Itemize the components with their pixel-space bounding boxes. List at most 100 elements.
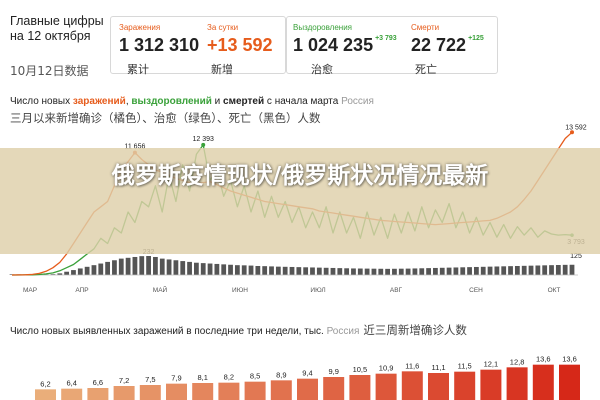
death-bar [412, 268, 418, 275]
bar-value-label: 8,2 [224, 373, 234, 382]
death-bar [549, 265, 554, 275]
stat-value: 1 312 310 [119, 35, 200, 55]
bar [480, 369, 502, 400]
death-bar [344, 268, 350, 275]
death-bar [282, 266, 288, 275]
page-title-cn: 10月12日数据 [10, 64, 89, 78]
death-bar [269, 266, 274, 275]
death-bar [555, 265, 561, 275]
bar-value-label: 7,2 [119, 376, 129, 385]
death-bar [378, 268, 384, 275]
bar-value-label: 11,6 [405, 361, 419, 370]
bar-value-label: 9,4 [302, 369, 312, 378]
death-bar [214, 263, 220, 275]
bar-value-label: 11,5 [458, 362, 472, 371]
line-chart-title: Число новых заражений, выздоровлений и с… [10, 96, 374, 107]
bar-value-label: 13,6 [536, 355, 551, 364]
death-bar [71, 270, 76, 275]
bar [506, 367, 528, 400]
bar-value-label: 7,9 [171, 374, 181, 383]
death-bar [501, 266, 507, 275]
death-bar [323, 267, 329, 275]
death-bar [64, 271, 70, 275]
death-bar [310, 267, 315, 275]
death-bar [371, 268, 377, 275]
death-bar [221, 264, 227, 275]
x-tick-label: МАЙ [153, 285, 168, 294]
stat-cn: 治愈 [311, 63, 333, 76]
bar [166, 383, 187, 400]
bar [270, 380, 292, 400]
banner-text: 俄罗斯疫情现状/俄罗斯状况情况最新 [111, 163, 489, 189]
death-bar [84, 266, 90, 275]
x-tick-label: АПР [75, 287, 88, 294]
death-bar [234, 265, 240, 275]
bar [349, 375, 371, 400]
death-bar [241, 265, 247, 275]
death-bar [521, 265, 527, 275]
stat-label: Выздоровления [293, 23, 352, 32]
death-bar [180, 261, 186, 275]
bar-value-label: 6,2 [40, 379, 50, 388]
stats-box-2: Выздоровления 1 024 235 +3 793 治愈 Смерти … [286, 16, 498, 76]
death-bar [460, 267, 466, 275]
bar [139, 385, 161, 400]
stat-cn: 新增 [211, 63, 233, 76]
death-bar [474, 266, 479, 275]
stat-infections: Заражения 1 312 310 [119, 23, 199, 56]
page-title: Главные цифры на 12 октября [10, 14, 104, 43]
death-bar [398, 268, 404, 275]
bar [35, 389, 56, 400]
death-bar [159, 258, 165, 275]
bar-value-label: 8,1 [197, 373, 207, 382]
bar [61, 388, 83, 400]
death-bar [562, 264, 568, 275]
bar-value-label: 12,1 [484, 360, 499, 369]
stat-cn: 累计 [127, 63, 149, 76]
death-bar [514, 265, 520, 275]
stat-label: Заражения [119, 23, 161, 32]
x-tick-label: ОКТ [548, 287, 561, 294]
bar-value-label: 7,5 [145, 375, 155, 384]
death-bar [118, 258, 124, 275]
stat-value: 22 722 +125 [411, 35, 484, 55]
bar-value-label: 13,6 [562, 355, 577, 364]
death-bar [569, 264, 575, 275]
stat-value: 1 024 235 +3 793 [293, 35, 397, 55]
death-bar [351, 268, 356, 275]
bar-value-label: 12,8 [510, 357, 525, 366]
death-bar [467, 267, 472, 275]
bar [244, 381, 266, 400]
death-bar [419, 268, 425, 275]
bar [297, 378, 318, 400]
death-bar [316, 267, 322, 275]
bar-chart: 6,2 6,4 6,6 7,2 7,5 7,9 8,1 8,2 8,5 8,9 9,4 9,9 10,5… [35, 355, 580, 400]
bar-value-label: 6,6 [93, 378, 103, 387]
death-bar [228, 264, 233, 275]
stats-box: Заражения 1 312 310 累计 За сутки +13 592 … [110, 16, 286, 76]
death-bar [105, 261, 110, 275]
bar [375, 373, 397, 400]
death-bar [187, 261, 192, 275]
death-bar [91, 265, 97, 275]
death-bar [296, 267, 302, 275]
bar [192, 383, 214, 400]
death-bar [255, 265, 261, 275]
death-bar [494, 266, 500, 275]
death-bar [153, 256, 158, 275]
stat-deaths: Смерти 22 722 +125 [411, 23, 484, 56]
stat-label: За сутки [207, 23, 239, 32]
bar [401, 371, 423, 400]
x-tick-label: СЕН [469, 287, 483, 294]
bar [218, 382, 240, 400]
death-bar [112, 260, 117, 275]
x-tick-label: МАР [23, 287, 37, 294]
death-bar [146, 256, 151, 275]
death-bar [132, 256, 138, 275]
bar [428, 373, 449, 400]
death-bar [446, 267, 452, 275]
death-bar [487, 266, 493, 275]
death-bar [262, 266, 268, 275]
death-bar [392, 268, 397, 275]
bar-value-label: 10,9 [379, 364, 394, 373]
